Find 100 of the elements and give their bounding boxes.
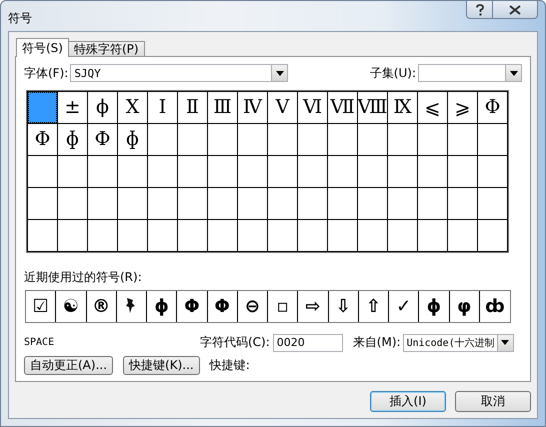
help-button[interactable] [466, 0, 493, 19]
symbol-cell[interactable] [88, 220, 117, 251]
from-label: 来自(M): [352, 334, 401, 352]
symbol-cell[interactable] [358, 124, 387, 155]
symbol-cell[interactable]: ϕ [88, 92, 117, 123]
symbol-cell[interactable] [448, 156, 477, 187]
symbol-cell[interactable] [328, 188, 357, 219]
symbol-cell[interactable] [208, 156, 237, 187]
symbol-cell[interactable]: ⩾ [448, 92, 477, 123]
symbol-cell[interactable] [358, 156, 387, 187]
symbol-cell[interactable] [58, 188, 87, 219]
symbol-cell[interactable]: Ф [88, 124, 117, 155]
symbol-cell[interactable] [58, 220, 87, 251]
symbol-cell[interactable] [178, 124, 207, 155]
symbol-cell[interactable] [238, 124, 267, 155]
symbol-cell[interactable]: Ⅴ [268, 92, 297, 123]
tab[interactable]: 符号(S) [16, 38, 69, 57]
character-name: SPACE [24, 337, 56, 348]
symbol-cell[interactable] [388, 220, 417, 251]
symbol-cell[interactable] [298, 188, 327, 219]
symbol-cell[interactable]: Ⅱ [178, 92, 207, 123]
symbol-cell[interactable] [388, 188, 417, 219]
symbol-cell[interactable] [328, 156, 357, 187]
symbol-cell[interactable]: Ⅰ [148, 92, 177, 123]
symbol-cell[interactable]: ɸ [58, 124, 87, 155]
encoding-dropdown[interactable]: Unicode(十六进制 [402, 334, 514, 352]
symbol-cell[interactable] [268, 124, 297, 155]
symbol-cell[interactable] [358, 220, 387, 251]
symbol-cell[interactable] [58, 156, 87, 187]
symbol-cell[interactable] [178, 220, 207, 251]
symbol-cell[interactable] [298, 220, 327, 251]
dialog-button[interactable]: 取消 [455, 391, 531, 412]
dialog-button[interactable]: 自动更正(A)... [24, 356, 114, 375]
window-title: 符号 [8, 10, 32, 27]
symbol-cell[interactable] [148, 188, 177, 219]
shortcut-label: 快捷键: [210, 357, 250, 374]
recent-symbols-label: 近期使用过的符号(R): [24, 268, 143, 286]
symbol-cell[interactable] [328, 124, 357, 155]
symbol-cell[interactable] [268, 220, 297, 251]
symbol-cell[interactable] [418, 156, 447, 187]
symbol-cell[interactable] [148, 220, 177, 251]
symbol-cell[interactable] [208, 220, 237, 251]
symbol-cell[interactable] [178, 156, 207, 187]
dialog-button[interactable]: 插入(I) [370, 391, 446, 412]
symbol-cell[interactable]: Ⅹ [118, 92, 147, 123]
symbol-cell[interactable] [358, 188, 387, 219]
symbol-cell[interactable]: Φ [28, 124, 57, 155]
symbol-cell[interactable]: Ⅵ [298, 92, 327, 123]
symbol-cell[interactable] [178, 188, 207, 219]
symbol-cell[interactable]: Ⅳ [238, 92, 267, 123]
subset-label: 子集(U): [370, 64, 416, 82]
symbol-cell[interactable] [268, 156, 297, 187]
recent-symbol[interactable]: ȸ [480, 290, 510, 322]
symbol-cell[interactable] [118, 188, 147, 219]
font-dropdown[interactable]: SJQY [70, 64, 288, 82]
symbol-cell[interactable] [478, 220, 507, 251]
symbol-cell[interactable] [268, 188, 297, 219]
symbol-cell[interactable] [418, 188, 447, 219]
symbol-cell[interactable] [418, 220, 447, 251]
symbol-cell[interactable] [208, 124, 237, 155]
symbol-cell[interactable]: ± [58, 92, 87, 123]
symbol-cell[interactable] [238, 188, 267, 219]
symbol-cell[interactable] [118, 220, 147, 251]
symbol-cell[interactable] [28, 188, 57, 219]
symbol-cell[interactable] [448, 124, 477, 155]
symbol-cell[interactable] [28, 220, 57, 251]
symbol-cell[interactable] [298, 124, 327, 155]
symbol-cell[interactable] [118, 156, 147, 187]
symbol-cell[interactable] [28, 92, 57, 123]
symbol-cell[interactable] [28, 156, 57, 187]
tab[interactable]: 特殊字符(P) [68, 41, 145, 56]
symbol-cell[interactable]: Ⅲ [208, 92, 237, 123]
char-code-field[interactable]: 0020 [272, 334, 343, 352]
dialog-button[interactable]: 快捷键(K)... [123, 356, 200, 375]
symbol-cell[interactable] [298, 156, 327, 187]
symbol-cell[interactable]: Ⅷ [358, 92, 387, 123]
subset-dropdown[interactable] [418, 64, 522, 82]
symbol-cell[interactable]: Ⅸ [388, 92, 417, 123]
symbol-cell[interactable]: ⩽ [418, 92, 447, 123]
symbol-cell[interactable] [88, 156, 117, 187]
symbol-cell[interactable] [388, 156, 417, 187]
close-button[interactable] [493, 0, 538, 19]
symbol-cell[interactable] [88, 188, 117, 219]
symbol-cell[interactable] [418, 124, 447, 155]
symbol-cell[interactable] [148, 124, 177, 155]
symbol-cell[interactable] [208, 188, 237, 219]
symbol-cell[interactable]: Ⅶ [328, 92, 357, 123]
symbol-cell[interactable] [478, 156, 507, 187]
symbol-cell[interactable] [448, 220, 477, 251]
symbol-cell[interactable]: Φ [478, 92, 507, 123]
symbol-cell[interactable]: ɸ [118, 124, 147, 155]
symbol-cell[interactable] [478, 188, 507, 219]
symbol-cell[interactable] [238, 220, 267, 251]
symbol-cell[interactable] [388, 124, 417, 155]
symbol-cell[interactable] [238, 156, 267, 187]
close-icon [509, 4, 521, 14]
symbol-cell[interactable] [448, 188, 477, 219]
symbol-cell[interactable] [328, 220, 357, 251]
symbol-cell[interactable] [148, 156, 177, 187]
symbol-cell[interactable] [478, 124, 507, 155]
